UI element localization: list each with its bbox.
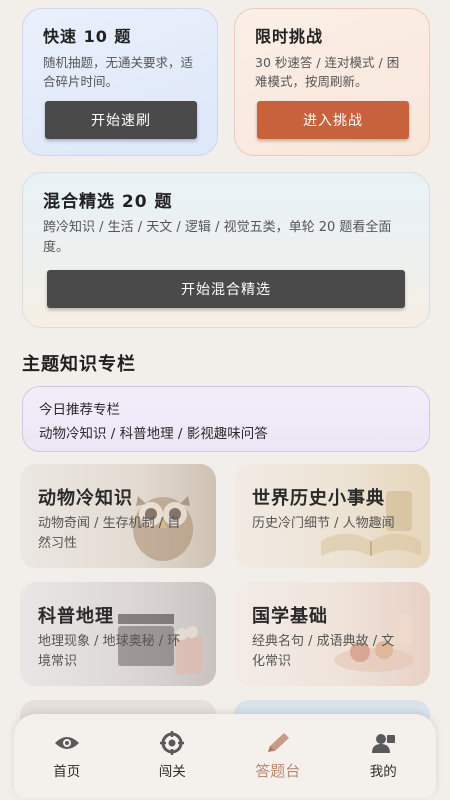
topic-card-guoxue[interactable]: 国学基础 经典名句 / 成语典故 / 文化常识	[234, 582, 430, 686]
topic-card-geography[interactable]: 科普地理 地理现象 / 地球奥秘 / 环境常识	[20, 582, 216, 686]
eye-icon	[54, 732, 80, 754]
mixed-selection-desc: 跨冷知识 / 生活 / 天文 / 逻辑 / 视觉五类，单轮 20 题看全面度。	[43, 220, 392, 255]
topic-desc: 地理现象 / 地球奥秘 / 环境常识	[38, 634, 181, 669]
start-mixed-button[interactable]: 开始混合精选	[47, 270, 405, 308]
quick-ten-desc: 随机抽题，无通关要求，适合碎片时间。	[43, 55, 194, 89]
tab-label: 首页	[53, 764, 81, 780]
topic-card-animals[interactable]: 动物冷知识 动物奇闻 / 生存机制 / 自然习性	[20, 464, 216, 568]
topic-title: 科普地理	[38, 606, 114, 627]
topic-desc: 经典名句 / 成语典故 / 文化常识	[252, 634, 395, 669]
user-icon	[370, 732, 396, 754]
topic-title: 国学基础	[252, 606, 328, 627]
tab-label: 我的	[369, 764, 397, 780]
bottom-tab-bar: 首页 闯关 答题台 我的	[14, 714, 436, 798]
topic-card-history[interactable]: 世界历史小事典 历史冷门细节 / 人物趣闻	[234, 464, 430, 568]
topic-title: 动物冷知识	[38, 488, 133, 509]
timed-challenge-title: 限时挑战	[255, 27, 324, 46]
topic-desc: 动物奇闻 / 生存机制 / 自然习性	[38, 516, 181, 551]
target-icon	[159, 731, 185, 755]
tab-home[interactable]: 首页	[14, 714, 120, 798]
today-recommend-banner[interactable]: 今日推荐专栏 动物冷知识 / 科普地理 / 影视趣味问答	[22, 386, 430, 452]
timed-challenge-card: 限时挑战 30 秒速答 / 连对模式 / 困难模式，按周刷新。 进入挑战	[234, 8, 430, 156]
recommend-topics: 动物冷知识 / 科普地理 / 影视趣味问答	[39, 426, 268, 442]
mixed-selection-card: 混合精选 20 题 跨冷知识 / 生活 / 天文 / 逻辑 / 视觉五类，单轮 …	[22, 172, 430, 328]
start-quick-button[interactable]: 开始速刷	[45, 101, 197, 139]
mixed-selection-title: 混合精选 20 题	[43, 192, 173, 212]
timed-challenge-desc: 30 秒速答 / 连对模式 / 困难模式，按周刷新。	[255, 55, 400, 89]
pencil-icon	[265, 732, 291, 754]
topic-title: 世界历史小事典	[252, 488, 385, 509]
tab-levels[interactable]: 闯关	[120, 714, 226, 798]
enter-challenge-button[interactable]: 进入挑战	[257, 101, 409, 139]
topic-desc: 历史冷门细节 / 人物趣闻	[252, 516, 395, 531]
tab-label: 闯关	[158, 764, 186, 780]
section-title: 主题知识专栏	[22, 354, 136, 375]
recommend-label: 今日推荐专栏	[39, 402, 120, 418]
quick-ten-card: 快速 10 题 随机抽题，无通关要求，适合碎片时间。 开始速刷	[22, 8, 218, 156]
tab-quiz-desk[interactable]: 答题台	[225, 714, 331, 798]
quick-ten-title: 快速 10 题	[43, 27, 132, 46]
tab-label: 答题台	[255, 762, 301, 780]
tab-mine[interactable]: 我的	[331, 714, 437, 798]
